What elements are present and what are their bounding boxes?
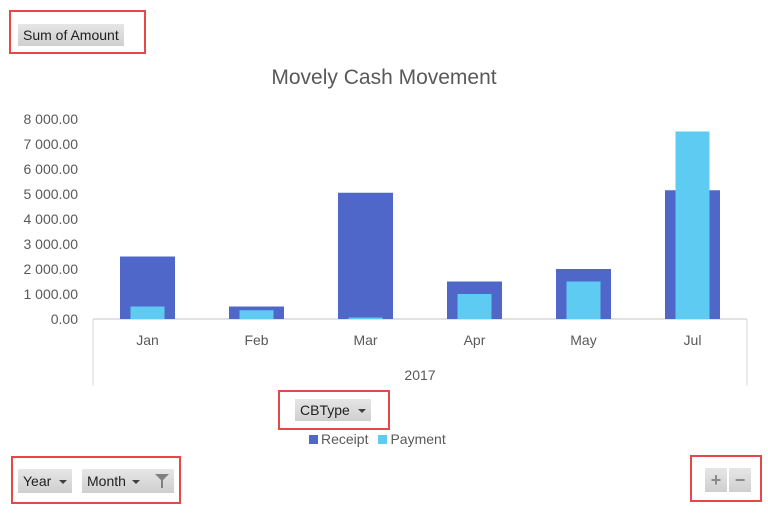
y-tick-label: 0.00 — [51, 311, 78, 327]
x-group-label: 2017 — [404, 367, 435, 383]
x-tick-label: May — [570, 332, 596, 348]
legend-item-payment[interactable]: Payment — [378, 431, 446, 447]
y-tick-label: 3 000.00 — [24, 236, 79, 252]
y-tick-label: 1 000.00 — [24, 286, 79, 302]
bar-payment-jan — [130, 306, 165, 319]
filter-icon[interactable] — [155, 474, 169, 488]
y-tick-label: 8 000.00 — [24, 111, 79, 127]
x-tick-label: Feb — [244, 332, 268, 348]
bar-payment-may — [566, 281, 601, 319]
month-field-button[interactable]: Month — [82, 469, 174, 493]
bar-receipt-mar — [338, 192, 393, 319]
chart-legend: Receipt Payment — [309, 431, 446, 447]
expand-field-button[interactable]: + — [705, 468, 727, 492]
y-tick-label: 2 000.00 — [24, 261, 79, 277]
x-tick-label: Jul — [684, 332, 702, 348]
legend-item-receipt[interactable]: Receipt — [309, 431, 368, 447]
bar-payment-feb — [239, 310, 274, 319]
y-tick-label: 4 000.00 — [24, 211, 79, 227]
x-tick-label: Mar — [353, 332, 377, 348]
chart-plot: 0.00 1 000.00 2 000.00 3 000.00 4 000.00 5 00… — [24, 111, 748, 386]
y-tick-label: 6 000.00 — [24, 161, 79, 177]
bar-payment-mar — [348, 317, 383, 319]
x-tick-label: Jan — [136, 332, 159, 348]
receipt-swatch — [309, 435, 318, 444]
payment-swatch — [378, 435, 388, 444]
legend-label-receipt: Receipt — [321, 431, 369, 447]
bar-payment-jul — [675, 131, 710, 319]
collapse-field-button[interactable]: − — [729, 468, 751, 492]
cbtype-label: CBType — [300, 402, 350, 418]
y-tick-label: 7 000.00 — [24, 136, 79, 152]
cbtype-field-button[interactable]: CBType — [295, 399, 371, 421]
dropdown-arrow-icon[interactable] — [357, 409, 366, 413]
y-tick-label: 5 000.00 — [24, 186, 79, 202]
dropdown-arrow-icon[interactable] — [59, 480, 68, 484]
year-field-button[interactable]: Year — [18, 469, 73, 493]
month-label: Month — [87, 473, 126, 489]
year-label: Year — [23, 473, 52, 489]
dropdown-arrow-icon[interactable] — [131, 480, 140, 484]
x-tick-label: Apr — [464, 332, 486, 348]
legend-label-payment: Payment — [390, 431, 446, 447]
bar-payment-apr — [457, 294, 492, 319]
